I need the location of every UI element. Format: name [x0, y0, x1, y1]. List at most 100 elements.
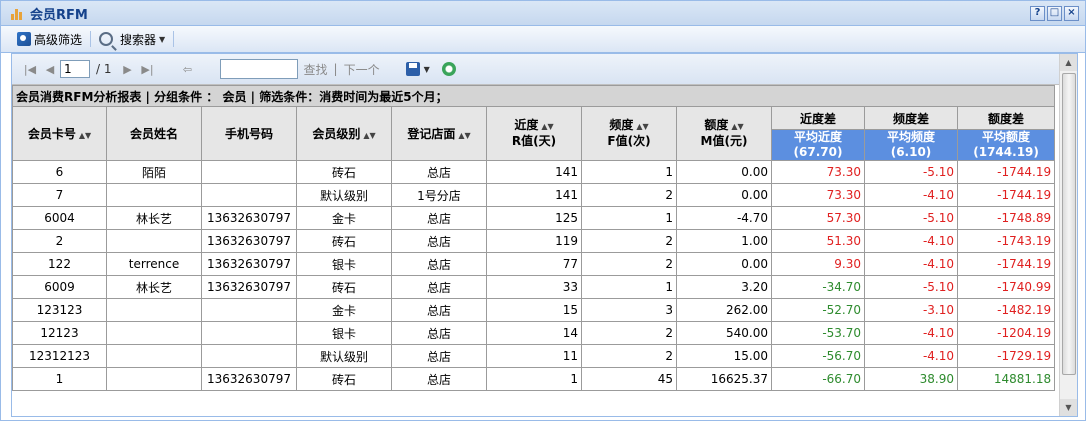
table-cell: 总店 [391, 160, 487, 184]
table-cell: 16625.37 [676, 367, 772, 391]
col-level[interactable]: 会员级别 ▲▼ [296, 106, 392, 161]
col-store[interactable]: 登记店面 ▲▼ [391, 106, 487, 161]
refresh-icon[interactable] [441, 62, 456, 76]
table-cell: 砖石 [296, 275, 392, 299]
table-cell: -3.10 [864, 298, 958, 322]
table-row[interactable]: 6 陌陌 砖石 总店 141 1 0.00 73.30 -5.10 -1744.19 [12, 160, 1056, 184]
advanced-filter-button[interactable]: 高级筛选 [13, 29, 86, 49]
scroll-thumb[interactable] [1062, 73, 1076, 375]
table-cell: 141 [486, 160, 582, 184]
table-cell: 11 [486, 344, 582, 368]
table-cell: -56.70 [771, 344, 865, 368]
toolbar-separator [173, 31, 175, 47]
table-cell: 6009 [12, 275, 107, 299]
back-icon[interactable]: ⇦ [178, 59, 198, 79]
table-cell: -4.10 [864, 344, 958, 368]
toolbar-separator [90, 31, 92, 47]
table-cell: 73.30 [771, 160, 865, 184]
table-cell [201, 160, 297, 184]
sort-icon: ▲▼ [458, 131, 471, 140]
table-cell: -1744.19 [956, 160, 1056, 184]
table-cell: -1744.19 [956, 252, 1056, 276]
bar-chart-icon [11, 6, 25, 20]
table-cell: 7 [12, 183, 107, 207]
table-cell: 13632630797 [201, 252, 297, 276]
report-panel: |◀ ◀ / 1 ▶ ▶| ⇦ 查找 | 下一个 ▼ 会员消 [11, 53, 1078, 417]
vertical-scrollbar[interactable]: ▲ ▼ [1059, 54, 1077, 416]
table-cell: 0.00 [676, 183, 772, 207]
next-page-icon[interactable]: ▶ [118, 59, 138, 79]
sort-icon: ▲▼ [731, 122, 744, 131]
chevron-down-icon[interactable]: ▼ [424, 65, 430, 74]
table-cell [201, 321, 297, 345]
col-card-no[interactable]: 会员卡号 ▲▼ [12, 106, 107, 161]
table-cell: 73.30 [771, 183, 865, 207]
table-cell: -5.10 [864, 206, 958, 230]
table-cell: 总店 [391, 367, 487, 391]
page-total: / 1 [96, 62, 112, 76]
table-cell: 119 [486, 229, 582, 253]
header-row-1: 会员卡号 ▲▼ 会员姓名 手机号码 会员级别 ▲▼ 登记店面 ▲▼ 近度 ▲▼ R值(天)… [12, 106, 1056, 161]
find-next-button[interactable]: 下一个 [344, 61, 380, 78]
table-cell: 总店 [391, 252, 487, 276]
table-cell: 77 [486, 252, 582, 276]
table-cell [106, 321, 202, 345]
table-row[interactable]: 1 13632630797 砖石 总店 1 45 16625.37 -66.70 38.90 14… [12, 367, 1056, 391]
prev-page-icon[interactable]: ◀ [40, 59, 60, 79]
sort-icon: ▲▼ [636, 122, 649, 131]
table-cell: -1744.19 [956, 183, 1056, 207]
window-title: 会员RFM [30, 7, 88, 23]
avg-recency-header: 平均近度 (67.70) [771, 129, 865, 161]
table-cell: -53.70 [771, 321, 865, 345]
table-cell: 2 [581, 183, 677, 207]
rfm-table: 会员消费RFM分析报表 | 分组条件 ： 会员 | 筛选条件：消费时间为最近5个… [12, 85, 1056, 391]
close-icon[interactable]: × [1064, 6, 1079, 21]
table-cell: 6 [12, 160, 107, 184]
first-page-icon[interactable]: |◀ [20, 59, 40, 79]
table-row[interactable]: 2 13632630797 砖石 总店 119 2 1.00 51.30 -4.10 -1743.… [12, 229, 1056, 253]
col-recency[interactable]: 近度 ▲▼ R值(天) [486, 106, 582, 161]
table-cell: terrence [106, 252, 202, 276]
find-button[interactable]: 查找 [304, 61, 328, 78]
table-cell [106, 183, 202, 207]
maximize-icon[interactable]: □ [1047, 6, 1062, 21]
scroll-up-icon[interactable]: ▲ [1060, 54, 1077, 71]
table-cell: 0.00 [676, 160, 772, 184]
avg-monetary-header: 平均额度 (1744.19) [956, 129, 1056, 161]
sort-icon: ▲▼ [363, 131, 376, 140]
table-row[interactable]: 6004 林长艺 13632630797 金卡 总店 125 1 -4.70 57.30 -5.1… [12, 206, 1056, 230]
scroll-down-icon[interactable]: ▼ [1060, 399, 1077, 416]
col-phone: 手机号码 [201, 106, 297, 161]
table-cell: 砖石 [296, 367, 392, 391]
table-cell: 125 [486, 206, 582, 230]
searcher-button[interactable]: 搜索器 ▼ [95, 29, 169, 49]
table-cell: 51.30 [771, 229, 865, 253]
col-frequency[interactable]: 频度 ▲▼ F值(次) [581, 106, 677, 161]
table-cell: 14 [486, 321, 582, 345]
advanced-filter-label: 高级筛选 [34, 32, 83, 47]
page-number-input[interactable] [60, 60, 90, 78]
table-cell: -1743.19 [956, 229, 1056, 253]
table-cell: 银卡 [296, 252, 392, 276]
table-row[interactable]: 7 默认级别 1号分店 141 2 0.00 73.30 -4.10 -1744.19 [12, 183, 1056, 207]
sort-icon: ▲▼ [541, 122, 554, 131]
table-cell: -1740.99 [956, 275, 1056, 299]
searcher-label: 搜索器 [120, 32, 157, 47]
table-cell [201, 344, 297, 368]
col-monetary[interactable]: 额度 ▲▼ M值(元) [676, 106, 772, 161]
table-cell: 默认级别 [296, 183, 392, 207]
rfm-window: 会员RFM ? □ × 高级筛选 搜索器 ▼ |◀ ◀ / 1 ▶ ▶| ⇦ [0, 0, 1086, 421]
table-row[interactable]: 6009 林长艺 13632630797 砖石 总店 33 1 3.20 -34.70 -5.10… [12, 275, 1056, 299]
table-cell: 2 [581, 344, 677, 368]
find-input[interactable] [219, 59, 298, 79]
table-row[interactable]: 122 terrence 13632630797 银卡 总店 77 2 0.00 9.30 -4.… [12, 252, 1056, 276]
table-row[interactable]: 123123 金卡 总店 15 3 262.00 -52.70 -3.10 -1482.19 [12, 298, 1056, 322]
table-row[interactable]: 12123 银卡 总店 14 2 540.00 -53.70 -4.10 -1204.19 [12, 321, 1056, 345]
table-cell: -5.10 [864, 275, 958, 299]
table-cell: 12312123 [12, 344, 107, 368]
table-cell: 1 [581, 206, 677, 230]
table-row[interactable]: 12312123 默认级别 总店 11 2 15.00 -56.70 -4.10 -1729.1… [12, 344, 1056, 368]
save-icon[interactable] [405, 62, 420, 76]
last-page-icon[interactable]: ▶| [138, 59, 158, 79]
help-icon[interactable]: ? [1030, 6, 1045, 21]
